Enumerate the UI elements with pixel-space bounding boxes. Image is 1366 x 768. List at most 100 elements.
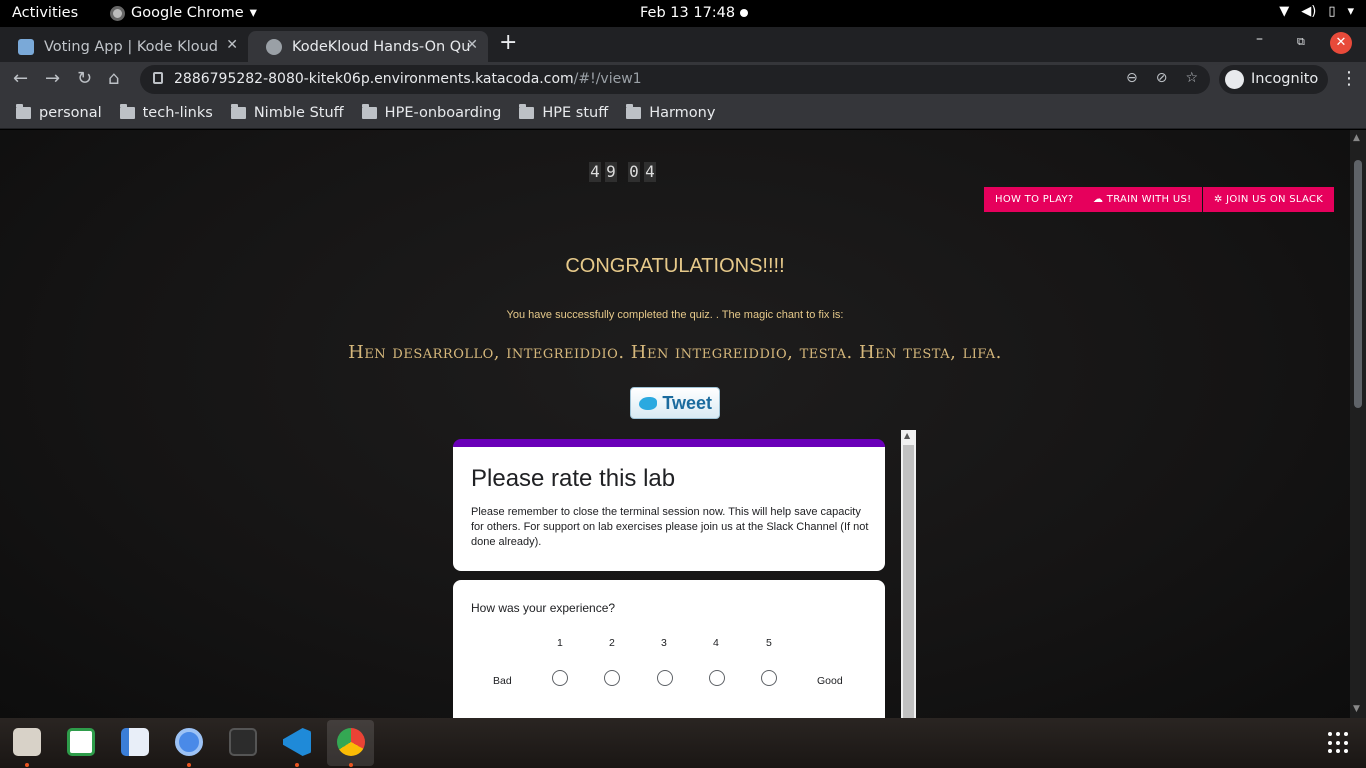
eye-slash-icon[interactable]: ⊘ (1156, 70, 1168, 86)
scale-number: 3 (661, 637, 667, 649)
url-text[interactable]: 2886795282-8080-kitek06p.environments.ka… (174, 71, 642, 87)
forward-button[interactable]: → (45, 68, 60, 89)
page-scrollbar-thumb[interactable] (1354, 160, 1362, 408)
restore-icon[interactable]: ⧉ (1297, 35, 1305, 49)
text-editor-icon[interactable] (121, 728, 149, 756)
timer-digit: 4 (589, 162, 601, 182)
address-bar[interactable]: 2886795282-8080-kitek06p.environments.ka… (140, 65, 1210, 94)
show-applications-icon[interactable] (1328, 732, 1350, 754)
wifi-icon: ▼ (1279, 4, 1290, 19)
magic-chant: Hen desarrollo, integreiddio. Hen integr… (348, 342, 1002, 363)
bookmark-hpe-onboarding[interactable]: HPE-onboarding (361, 103, 502, 121)
running-indicator (349, 763, 353, 767)
chromium-icon[interactable] (175, 728, 203, 756)
url-path: /#!/view1 (573, 71, 642, 87)
lock-icon[interactable] (153, 72, 163, 84)
vscode-icon[interactable] (283, 728, 311, 756)
volume-icon: ◀) (1301, 4, 1317, 19)
completion-message: You have successfully completed the quiz… (506, 309, 844, 321)
running-indicator (295, 763, 299, 767)
notification-dot-icon (740, 9, 748, 17)
bookmark-personal[interactable]: personal (16, 103, 102, 121)
how-to-play-button[interactable]: HOW TO PLAY? (984, 187, 1085, 212)
tweet-button[interactable]: Tweet (630, 387, 720, 419)
minimize-icon[interactable]: – (1256, 31, 1263, 47)
bookmark-label: personal (39, 104, 102, 121)
system-tray[interactable]: ▼ ◀) ▯ ▾ (1279, 4, 1354, 19)
scale-number: 1 (557, 637, 563, 649)
form-scrollbar-thumb[interactable] (903, 445, 914, 718)
incognito-indicator[interactable]: Incognito (1219, 65, 1329, 94)
page-scrollbar[interactable]: ▲ ▼ (1350, 130, 1366, 718)
close-tab-icon[interactable]: ✕ (466, 37, 478, 53)
train-with-us-button[interactable]: ☁ TRAIN WITH US! (1082, 187, 1203, 212)
app-menu[interactable]: Google Chrome ▾ (110, 5, 257, 21)
activities-button[interactable]: Activities (12, 5, 78, 21)
menu-icon[interactable]: ⋮ (1340, 68, 1358, 89)
new-tab-button[interactable]: + (499, 30, 517, 55)
star-icon[interactable]: ☆ (1185, 70, 1198, 86)
tab-strip: Voting App | Kode Kloud ✕ KodeKloud Hand… (0, 27, 1366, 62)
home-button[interactable]: ⌂ (108, 68, 119, 89)
join-slack-button[interactable]: ✲ JOIN US ON SLACK (1203, 187, 1335, 212)
system-top-bar: Activities Google Chrome ▾ Feb 13 17:48 … (0, 0, 1366, 27)
tab-title: KodeKloud Hands-On Qui (292, 38, 470, 55)
reload-button[interactable]: ↻ (77, 68, 92, 89)
zoom-icon[interactable]: ⊖ (1126, 70, 1138, 86)
folder-icon (119, 103, 135, 119)
rating-radio-2[interactable] (604, 670, 620, 686)
app-menu-label: Google Chrome (131, 5, 244, 21)
tab-kodekloud-quiz[interactable]: KodeKloud Hands-On Qui ✕ (248, 31, 488, 62)
scroll-up-icon[interactable]: ▲ (1353, 133, 1360, 143)
bookmark-tech-links[interactable]: tech-links (119, 103, 213, 121)
close-window-button[interactable]: ✕ (1330, 32, 1352, 54)
tab-title: Voting App | Kode Kloud (44, 38, 219, 55)
join-slack-label: JOIN US ON SLACK (1226, 194, 1324, 205)
battery-icon: ▯ (1328, 4, 1336, 19)
files-icon[interactable] (13, 728, 41, 756)
folder-icon (361, 103, 377, 119)
twitter-bird-icon (639, 397, 657, 410)
browser-toolbar: ← → ↻ ⌂ 2886795282-8080-kitek06p.environ… (0, 62, 1366, 97)
back-button[interactable]: ← (13, 68, 28, 89)
chrome-icon[interactable] (337, 728, 365, 756)
close-tab-icon[interactable]: ✕ (226, 37, 238, 53)
timer-digit: 9 (605, 162, 617, 182)
bookmark-label: HPE-onboarding (384, 104, 502, 121)
scroll-down-icon[interactable]: ▼ (1353, 704, 1360, 714)
timer-digit: 4 (644, 162, 656, 182)
scroll-up-icon[interactable]: ▲ (904, 431, 910, 440)
dock (0, 718, 1366, 768)
bookmark-label: Nimble Stuff (253, 104, 344, 121)
clock[interactable]: Feb 13 17:48 (640, 5, 735, 21)
running-indicator (187, 763, 191, 767)
rating-radio-3[interactable] (657, 670, 673, 686)
tweet-label: Tweet (662, 393, 712, 413)
bookmarks-bar: personal tech-links Nimble Stuff HPE-onb… (0, 97, 1366, 129)
page-content: 4 9 0 4 HOW TO PLAY? ☁ TRAIN WITH US! ✲ … (0, 130, 1350, 718)
url-host: 2886795282-8080-kitek06p.environments.ka… (174, 71, 574, 87)
bookmark-nimble-stuff[interactable]: Nimble Stuff (230, 103, 344, 121)
bookmark-label: Harmony (649, 104, 716, 121)
folder-icon (519, 103, 535, 119)
rating-radio-5[interactable] (761, 670, 777, 686)
form-description: Please remember to close the terminal se… (471, 506, 869, 548)
form-scrollbar[interactable]: ▲ (901, 430, 916, 718)
folder-icon (626, 103, 642, 119)
congrats-heading: CONGRATULATIONS!!!! (565, 255, 785, 277)
scale-low-label: Bad (493, 675, 512, 687)
terminal-icon[interactable] (229, 728, 257, 756)
rating-radio-4[interactable] (709, 670, 725, 686)
bookmark-hpe-stuff[interactable]: HPE stuff (519, 103, 609, 121)
scale-high-label: Good (817, 675, 843, 687)
rating-form: Please rate this lab Please remember to … (453, 439, 886, 718)
favicon-icon (18, 38, 34, 55)
bookmark-label: HPE stuff (542, 104, 609, 121)
bookmark-label: tech-links (142, 104, 213, 121)
rating-radio-1[interactable] (552, 670, 568, 686)
slack-icon[interactable] (67, 728, 95, 756)
tab-voting-app[interactable]: Voting App | Kode Kloud ✕ (0, 31, 248, 62)
folder-icon (16, 103, 31, 119)
incognito-icon (1225, 70, 1244, 89)
bookmark-harmony[interactable]: Harmony (626, 103, 716, 121)
